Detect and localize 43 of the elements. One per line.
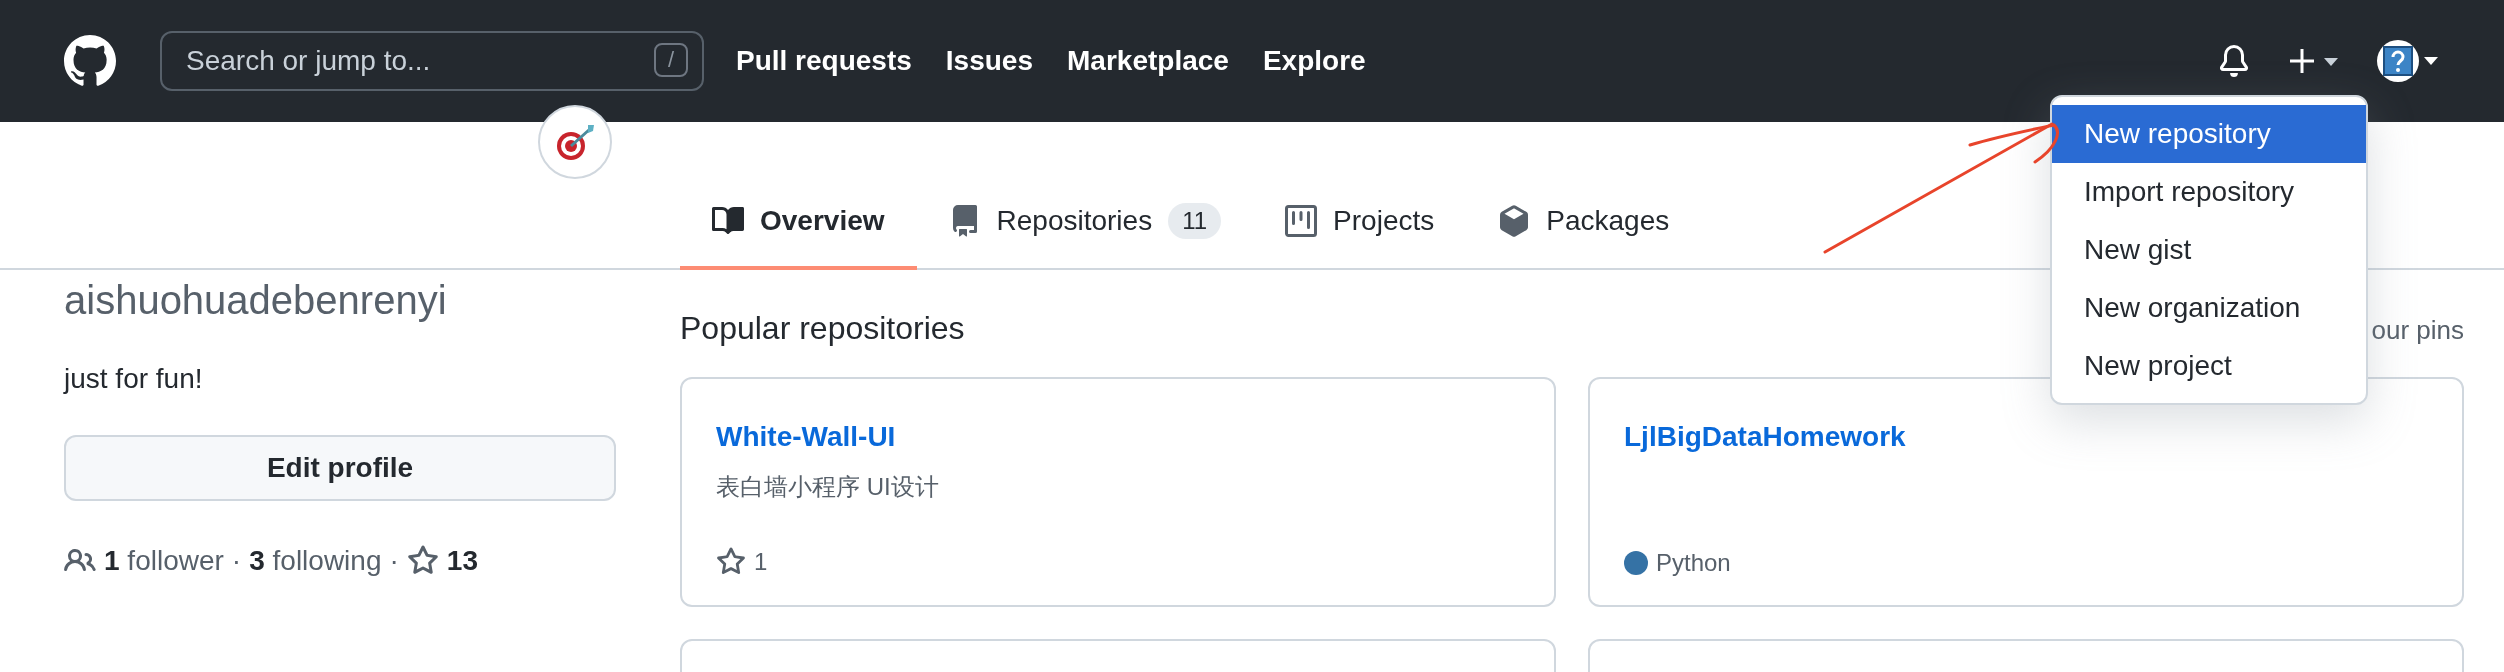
customize-pins-link[interactable]: our pins: [2371, 315, 2464, 346]
star-count[interactable]: 13: [446, 545, 478, 577]
menu-item[interactable]: New organization: [2052, 279, 2366, 337]
avatar-icon[interactable]: [2376, 39, 2440, 83]
nav-link[interactable]: Explore: [1262, 45, 1366, 77]
followers-link[interactable]: 1 follower: [104, 545, 224, 577]
tab-label: Projects: [1333, 205, 1435, 237]
profile-tab[interactable]: Repositories 11: [916, 176, 1254, 270]
star-count: 1: [754, 548, 768, 576]
bio-text: just for fun!: [64, 363, 204, 395]
username: aishuohuadebenrenyi: [64, 278, 448, 323]
profile-tab[interactable]: Projects: [1253, 176, 1467, 270]
repo-link[interactable]: White-Wall-UI: [716, 421, 896, 453]
board-icon: [1285, 205, 1318, 237]
cube-icon: [1498, 205, 1531, 237]
shortcut-key: /: [653, 43, 688, 77]
tab-label: Overview: [760, 205, 885, 237]
edit-profile-button[interactable]: Edit profile: [64, 435, 616, 501]
profile-tab[interactable]: Packages: [1466, 176, 1702, 270]
section-title: Popular repositories: [680, 310, 965, 347]
repo-link[interactable]: LjlBigDataHomework: [1624, 421, 1906, 453]
nav-link[interactable]: Pull requests: [736, 45, 912, 77]
menu-item[interactable]: New gist: [2052, 221, 2366, 279]
book-icon: [712, 205, 744, 237]
menu-item[interactable]: New project: [2052, 337, 2366, 395]
separator: ·: [231, 545, 242, 577]
bell-icon[interactable]: [2218, 45, 2250, 77]
profile-tab[interactable]: Overview: [680, 176, 917, 270]
language-label: Python: [1656, 549, 1731, 577]
star-icon: [406, 545, 439, 577]
count-badge: 11: [1168, 203, 1222, 239]
repo-description: 表白墙小程序 UI设计: [716, 472, 940, 502]
menu-item[interactable]: Import repository: [2052, 163, 2366, 221]
target-icon: [538, 105, 612, 179]
tab-label: Repositories: [996, 205, 1153, 237]
tab-label: Packages: [1546, 205, 1670, 237]
separator: ·: [389, 545, 399, 577]
cat-logo-icon[interactable]: [64, 35, 116, 87]
following-link[interactable]: 3 following: [249, 545, 382, 577]
nav-link[interactable]: Marketplace: [1067, 45, 1229, 77]
nav-link[interactable]: Issues: [945, 45, 1033, 77]
star-icon: [716, 547, 746, 577]
menu-item[interactable]: New repository: [2052, 105, 2366, 163]
